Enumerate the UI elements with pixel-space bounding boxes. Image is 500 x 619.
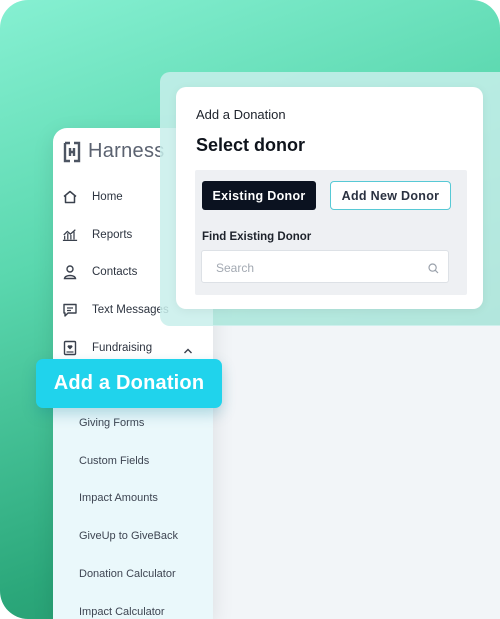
donor-selection-panel: Existing Donor Add New Donor Find Existi… xyxy=(195,170,467,295)
sidebar-item-fundraising[interactable]: Fundraising xyxy=(62,337,152,359)
reports-chart-icon xyxy=(62,227,78,243)
add-donation-menu-item[interactable]: Add a Donation xyxy=(36,359,222,408)
contact-person-icon xyxy=(62,264,78,280)
sidebar-item-contacts[interactable]: Contacts xyxy=(62,261,137,283)
submenu-item-impact-calculator[interactable]: Impact Calculator xyxy=(79,606,165,618)
message-icon xyxy=(62,302,78,318)
find-donor-label: Find Existing Donor xyxy=(202,231,312,243)
search-field xyxy=(201,250,449,284)
modal-title: Add a Donation xyxy=(196,107,286,122)
search-icon[interactable] xyxy=(428,261,439,279)
sidebar-item-text-messages[interactable]: Text Messages xyxy=(62,299,169,321)
sidebar-item-label: Fundraising xyxy=(92,342,153,354)
app-name: Harness xyxy=(88,140,165,162)
sidebar-item-label: Home xyxy=(92,191,123,203)
chevron-up-icon[interactable] xyxy=(183,342,193,360)
home-icon xyxy=(62,189,78,205)
search-input[interactable] xyxy=(214,251,418,284)
submenu-item-giving-forms[interactable]: Giving Forms xyxy=(79,417,144,429)
sidebar-item-label: Reports xyxy=(92,229,133,241)
harness-logo-icon xyxy=(62,141,82,163)
app-logo[interactable]: Harness xyxy=(62,140,165,163)
add-donation-modal: Add a Donation Select donor Existing Don… xyxy=(176,87,483,309)
sidebar-item-label: Contacts xyxy=(92,266,138,278)
add-new-donor-button[interactable]: Add New Donor xyxy=(330,181,451,210)
existing-donor-button[interactable]: Existing Donor xyxy=(202,181,316,210)
sidebar-item-home[interactable]: Home xyxy=(62,186,123,208)
sidebar-item-reports[interactable]: Reports xyxy=(62,224,132,246)
submenu-item-giveup-to-giveback[interactable]: GiveUp to GiveBack xyxy=(79,530,178,542)
fundraising-heart-icon xyxy=(62,340,78,356)
sidebar-item-label: Text Messages xyxy=(92,304,169,316)
submenu-item-donation-calculator[interactable]: Donation Calculator xyxy=(79,568,176,580)
submenu-item-impact-amounts[interactable]: Impact Amounts xyxy=(79,492,158,504)
submenu-item-custom-fields[interactable]: Custom Fields xyxy=(79,455,149,467)
content-background xyxy=(207,325,500,619)
modal-heading: Select donor xyxy=(196,135,306,155)
